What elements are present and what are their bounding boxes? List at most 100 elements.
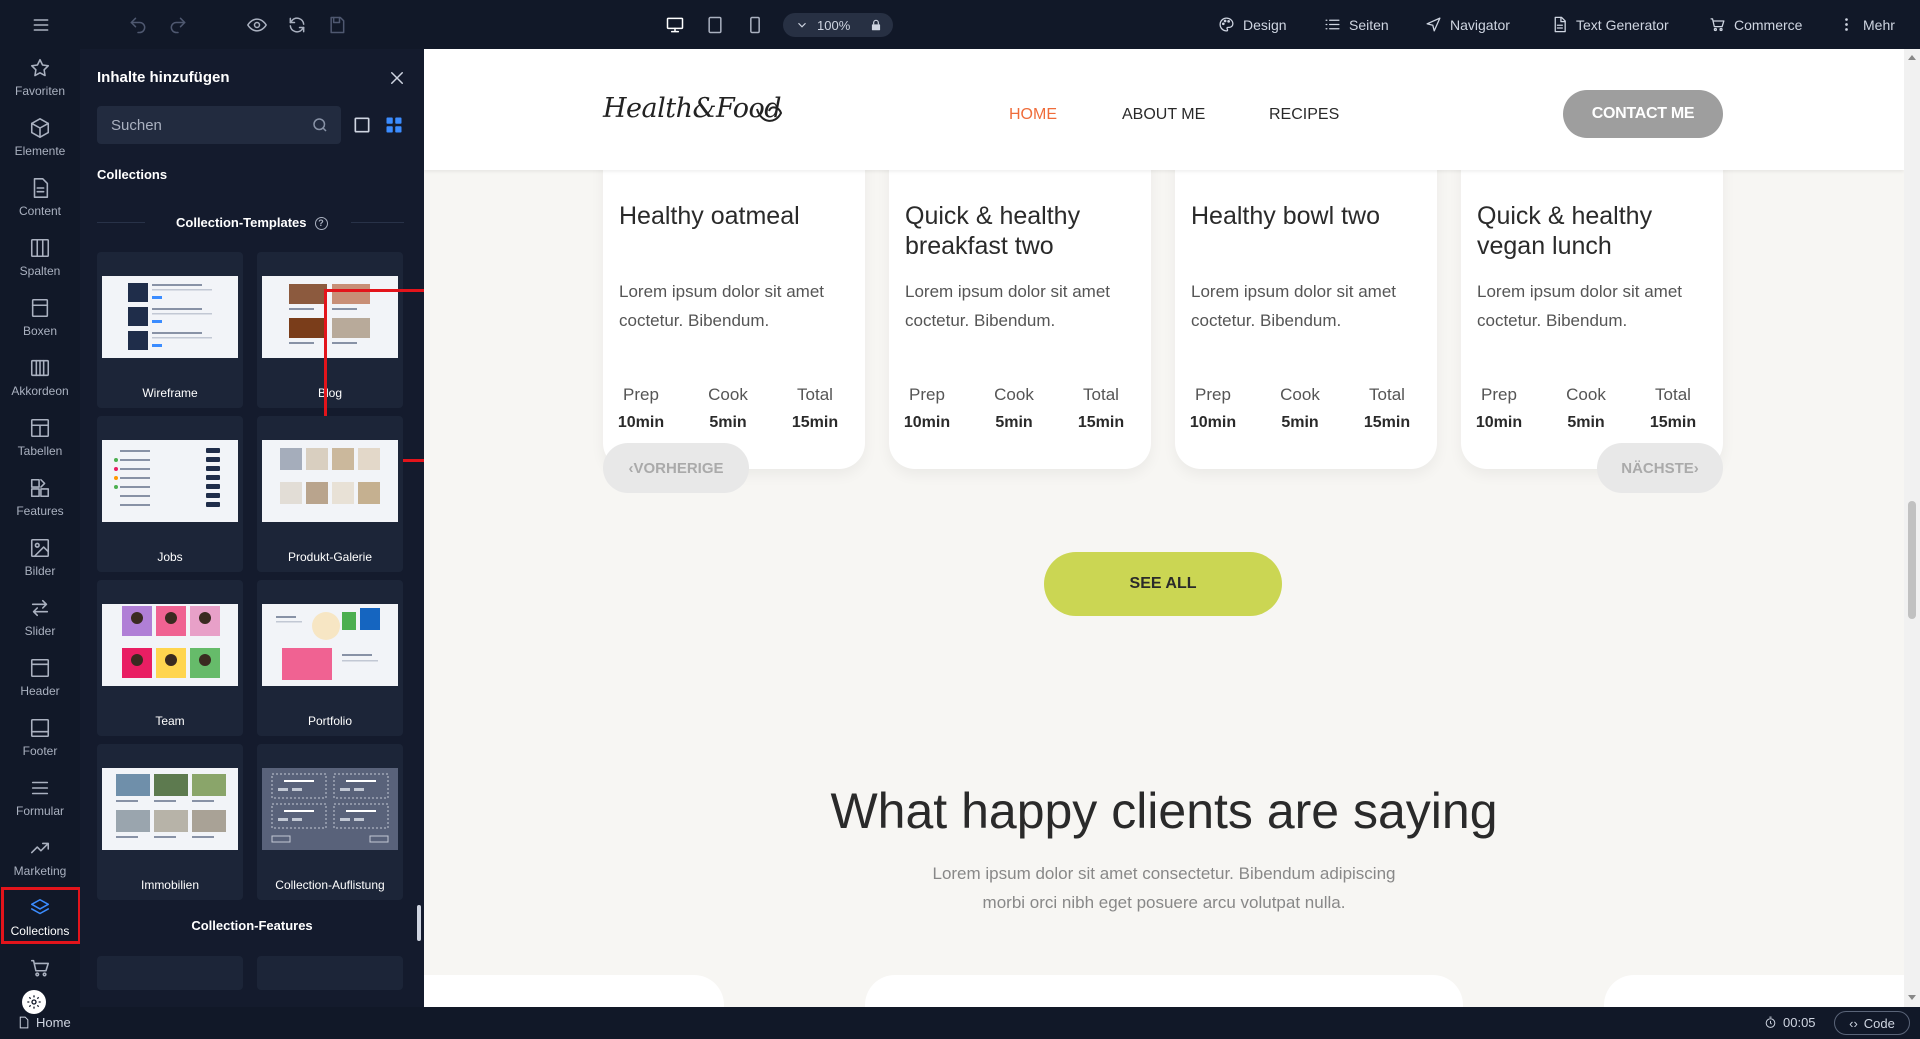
rail-item-collections[interactable]: Collections <box>0 889 80 947</box>
menu-design-label: Design <box>1243 16 1287 33</box>
footer-icon <box>30 718 50 738</box>
canvas-scrollbar[interactable] <box>1904 49 1920 1007</box>
menu-mehr[interactable]: Mehr <box>1838 0 1895 49</box>
rail-item-bilder[interactable]: Bilder <box>0 529 80 587</box>
total-value: 15min <box>1649 414 1697 431</box>
template-card-collection-auflistung[interactable]: Collection-Auflistung <box>257 744 403 900</box>
prep-label: Prep <box>1195 385 1231 404</box>
rail-item-content[interactable]: Content <box>0 169 80 227</box>
rail-item-footer[interactable]: Footer <box>0 709 80 767</box>
close-icon[interactable] <box>388 69 406 87</box>
portfolio-thumbnail <box>262 604 398 686</box>
search-icon <box>311 116 329 134</box>
document-icon <box>33 178 49 198</box>
menu-design[interactable]: Design <box>1218 0 1287 49</box>
template-card-jobs[interactable]: Jobs <box>97 416 243 572</box>
recipe-total: Total 15min <box>1349 385 1425 432</box>
rail-item-label: Favoriten <box>14 84 66 98</box>
scroll-up-arrow-icon[interactable] <box>1908 55 1916 60</box>
zoom-control[interactable]: 100% <box>783 13 893 37</box>
rail-item-tabellen[interactable]: Tabellen <box>0 409 80 467</box>
lock-icon[interactable] <box>869 18 883 32</box>
code-button[interactable]: ‹› Code <box>1834 1011 1910 1035</box>
rail-item-label: Collections <box>10 924 70 938</box>
recipe-card[interactable]: Healthy oatmeal Lorem ipsum dolor sit am… <box>603 139 865 469</box>
template-card-portfolio[interactable]: Portfolio <box>257 580 403 736</box>
next-button[interactable]: NÄCHSTE › <box>1597 443 1723 493</box>
prep-value: 10min <box>1189 414 1237 431</box>
template-card-wireframe[interactable]: Wireframe <box>97 252 243 408</box>
see-all-button[interactable]: SEE ALL <box>1044 552 1282 616</box>
recipe-prep: Prep 10min <box>1461 385 1537 432</box>
redo-icon[interactable] <box>165 12 191 38</box>
page-canvas: Health&Food HOME ABOUT ME RECIPES CONTAC… <box>424 49 1904 1007</box>
previous-button[interactable]: ‹ VORHERIGE <box>603 443 749 493</box>
contact-me-button[interactable]: CONTACT ME <box>1563 90 1723 138</box>
menu-navigator[interactable]: Navigator <box>1425 0 1510 49</box>
nav-recipes[interactable]: RECIPES <box>1269 106 1339 124</box>
template-card-label: Jobs <box>157 550 183 564</box>
chevron-down-icon <box>795 18 809 32</box>
collections-heading: Collections <box>97 167 168 182</box>
tablet-view-icon[interactable] <box>702 12 728 38</box>
recipe-card[interactable]: Quick & healthy breakfast two Lorem ipsu… <box>889 139 1151 469</box>
search-field[interactable] <box>97 106 341 144</box>
nav-home[interactable]: HOME <box>1009 106 1057 124</box>
recipe-prep: Prep 10min <box>1175 385 1251 432</box>
page-icon <box>19 1016 29 1029</box>
rail-item-formular[interactable]: Formular <box>0 769 80 827</box>
menu-seiten[interactable]: Seiten <box>1324 0 1389 49</box>
rail-item-label: Marketing <box>13 864 67 878</box>
hamburger-menu-icon[interactable] <box>28 12 54 38</box>
template-card-immobilien[interactable]: Immobilien <box>97 744 243 900</box>
panel-scrollbar[interactable] <box>417 905 421 941</box>
recipe-prep: Prep 10min <box>603 385 679 432</box>
recipe-card[interactable]: Healthy bowl two Lorem ipsum dolor sit a… <box>1175 139 1437 469</box>
cube-icon <box>30 118 50 138</box>
template-card-produkt-galerie[interactable]: Produkt-Galerie <box>257 416 403 572</box>
breadcrumb-home[interactable]: Home <box>17 1015 71 1030</box>
search-input[interactable] <box>97 106 341 144</box>
recipe-total: Total 15min <box>777 385 853 432</box>
testimonials-subtitle: Lorem ipsum dolor sit amet consectetur. … <box>932 864 1396 912</box>
recipe-total: Total 15min <box>1635 385 1711 432</box>
scrollbar-thumb[interactable] <box>1908 501 1916 619</box>
grid-view-icon[interactable] <box>384 115 404 135</box>
template-card-label: Portfolio <box>307 714 353 728</box>
feature-card[interactable] <box>97 956 243 990</box>
rail-item-spalten[interactable]: Spalten <box>0 229 80 287</box>
rail-item-label: Tabellen <box>17 444 63 458</box>
rail-item-slider[interactable]: Slider <box>0 589 80 647</box>
feature-card[interactable] <box>257 956 403 990</box>
rail-item-features[interactable]: Features <box>0 469 80 527</box>
columns-icon <box>30 238 50 258</box>
rail-item-elemente[interactable]: Elemente <box>0 109 80 167</box>
menu-commerce[interactable]: Commerce <box>1709 0 1802 49</box>
refresh-icon[interactable] <box>284 12 310 38</box>
nav-about-me[interactable]: ABOUT ME <box>1122 106 1205 124</box>
save-icon[interactable] <box>324 12 350 38</box>
total-label: Total <box>1369 385 1405 404</box>
menu-text-generator[interactable]: Text Generator <box>1551 0 1669 49</box>
scroll-down-arrow-icon[interactable] <box>1908 995 1916 1000</box>
rail-item-akkordeon[interactable]: Akkordeon <box>0 349 80 407</box>
cook-label: Cook <box>708 385 748 404</box>
help-icon[interactable]: ? <box>314 217 328 231</box>
recipe-cook: Cook 5min <box>690 385 766 432</box>
recipe-cook: Cook 5min <box>1262 385 1338 432</box>
navigation-arrow-icon <box>1426 17 1441 32</box>
template-card-blog[interactable]: Blog <box>257 252 403 408</box>
recipe-card[interactable]: Quick & healthy vegan lunch Lorem ipsum … <box>1461 139 1723 469</box>
undo-icon[interactable] <box>125 12 151 38</box>
list-view-icon[interactable] <box>352 115 372 135</box>
rail-item-marketing[interactable]: Marketing <box>0 829 80 887</box>
mobile-view-icon[interactable] <box>742 12 768 38</box>
rail-item-favoriten[interactable]: Favoriten <box>0 49 80 107</box>
preview-eye-icon[interactable] <box>244 12 270 38</box>
desktop-view-icon[interactable] <box>662 12 688 38</box>
testimonial-card <box>424 975 724 1007</box>
template-card-team[interactable]: Team <box>97 580 243 736</box>
rail-item-boxen[interactable]: Boxen <box>0 289 80 347</box>
settings-gear-icon[interactable] <box>22 990 46 1014</box>
rail-item-header[interactable]: Header <box>0 649 80 707</box>
